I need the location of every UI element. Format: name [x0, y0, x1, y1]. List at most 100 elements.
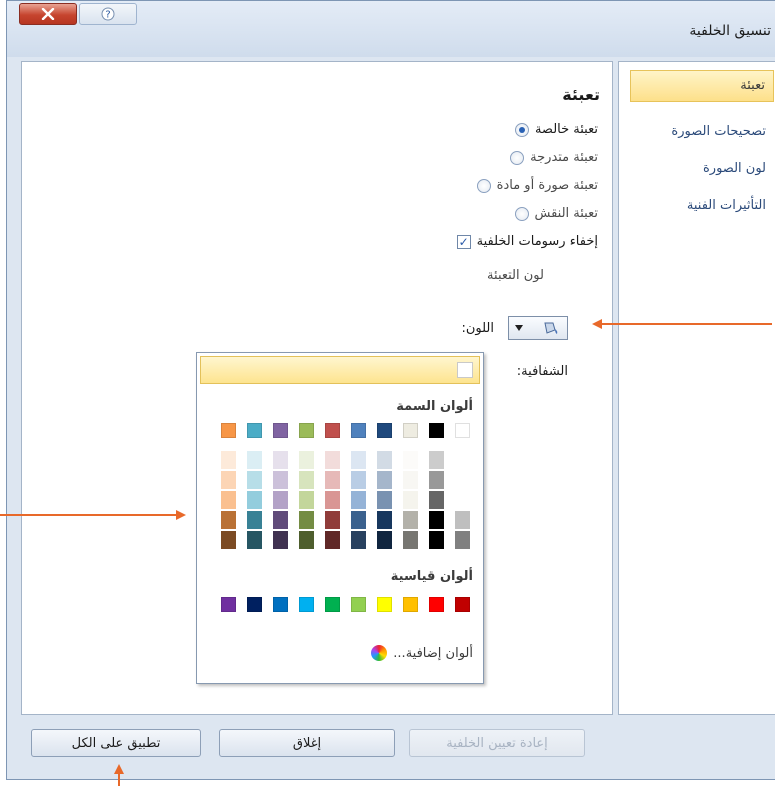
theme-color-shade-swatch[interactable]: [221, 471, 236, 489]
standard-color-swatch[interactable]: [299, 597, 314, 612]
gradient-fill-radio[interactable]: [510, 150, 525, 165]
standard-color-swatch[interactable]: [455, 597, 470, 612]
theme-color-shade-swatch[interactable]: [403, 511, 418, 529]
theme-color-shade-swatch[interactable]: [429, 511, 444, 529]
dialog-title: تنسيق الخلفية: [689, 23, 771, 39]
annotation-arrow-color-head: [592, 319, 602, 329]
sidebar-item-fill[interactable]: تعبئة: [630, 70, 774, 102]
hide-background-graphics-option[interactable]: ✓ إخفاء رسومات الخلفية: [456, 234, 598, 249]
theme-color-swatch[interactable]: [377, 423, 392, 438]
fill-color-label: لون التعبئة: [487, 268, 544, 283]
theme-color-swatch[interactable]: [247, 423, 262, 438]
theme-color-shade-swatch[interactable]: [299, 491, 314, 509]
theme-color-shade-swatch[interactable]: [273, 451, 288, 469]
more-colors-option[interactable]: ألوان إضافية...: [371, 645, 473, 661]
sidebar-item-artistic-effects[interactable]: التأثيرات الفنية: [687, 198, 766, 213]
theme-color-shade-swatch[interactable]: [377, 471, 392, 489]
theme-color-shade-swatch[interactable]: [403, 491, 418, 509]
fill-color-subheading: لون التعبئة: [487, 268, 544, 283]
picture-fill-radio[interactable]: [476, 178, 491, 193]
standard-color-swatch[interactable]: [403, 597, 418, 612]
theme-color-shade-swatch[interactable]: [273, 511, 288, 529]
theme-color-shade-swatch[interactable]: [351, 471, 366, 489]
theme-color-shade-swatch[interactable]: [377, 451, 392, 469]
standard-color-swatch[interactable]: [273, 597, 288, 612]
annotation-arrow-color-line: [600, 323, 772, 325]
theme-color-swatch[interactable]: [429, 423, 444, 438]
theme-color-shade-swatch[interactable]: [429, 531, 444, 549]
pattern-fill-option[interactable]: تعبئة النقش: [514, 206, 598, 221]
theme-color-shade-swatch[interactable]: [351, 531, 366, 549]
sidebar-item-picture-color[interactable]: لون الصورة: [703, 161, 766, 176]
theme-color-swatch[interactable]: [351, 423, 366, 438]
theme-color-shade-swatch[interactable]: [351, 511, 366, 529]
theme-color-shade-swatch[interactable]: [273, 531, 288, 549]
theme-color-swatch[interactable]: [325, 423, 340, 438]
theme-color-shade-swatch[interactable]: [403, 531, 418, 549]
reset-background-button[interactable]: إعادة تعيين الخلفية: [409, 729, 585, 757]
theme-color-shade-swatch[interactable]: [273, 491, 288, 509]
theme-color-shade-swatch[interactable]: [377, 511, 392, 529]
apply-to-all-button[interactable]: تطبيق على الكل: [31, 729, 201, 757]
theme-color-shade-swatch[interactable]: [247, 491, 262, 509]
theme-color-swatch[interactable]: [221, 423, 236, 438]
theme-color-shade-swatch[interactable]: [325, 491, 340, 509]
theme-color-shade-swatch[interactable]: [221, 491, 236, 509]
gradient-fill-option[interactable]: تعبئة متدرجة: [510, 150, 598, 165]
theme-color-shade-swatch[interactable]: [403, 471, 418, 489]
theme-color-swatch[interactable]: [455, 423, 470, 438]
standard-color-swatch[interactable]: [247, 597, 262, 612]
theme-color-shade-swatch[interactable]: [455, 491, 470, 509]
theme-color-swatch[interactable]: [273, 423, 288, 438]
theme-color-swatch[interactable]: [299, 423, 314, 438]
theme-color-shade-swatch[interactable]: [247, 511, 262, 529]
standard-color-swatch[interactable]: [377, 597, 392, 612]
solid-fill-radio[interactable]: [514, 122, 529, 137]
theme-color-shade-swatch[interactable]: [403, 451, 418, 469]
theme-color-shade-swatch[interactable]: [221, 511, 236, 529]
theme-color-shade-swatch[interactable]: [325, 511, 340, 529]
theme-color-shade-swatch[interactable]: [247, 471, 262, 489]
automatic-color-row[interactable]: [200, 356, 480, 384]
theme-color-shade-swatch[interactable]: [273, 471, 288, 489]
theme-color-shade-swatch[interactable]: [325, 451, 340, 469]
standard-color-swatch[interactable]: [351, 597, 366, 612]
close-button[interactable]: [19, 3, 77, 25]
theme-color-shade-swatch[interactable]: [247, 451, 262, 469]
theme-color-shade-swatch[interactable]: [247, 531, 262, 549]
theme-color-shade-swatch[interactable]: [429, 471, 444, 489]
theme-color-shade-swatch[interactable]: [299, 511, 314, 529]
standard-color-swatch[interactable]: [221, 597, 236, 612]
theme-color-shade-swatch[interactable]: [429, 491, 444, 509]
theme-color-swatch[interactable]: [403, 423, 418, 438]
pattern-fill-radio[interactable]: [514, 206, 529, 221]
help-button[interactable]: ?: [79, 3, 137, 25]
sidebar-item-picture-corrections[interactable]: تصحيحات الصورة: [671, 124, 766, 139]
theme-color-shade-swatch[interactable]: [325, 471, 340, 489]
theme-color-shade-swatch[interactable]: [455, 471, 470, 489]
theme-color-shade-swatch[interactable]: [377, 491, 392, 509]
theme-color-shade-swatch[interactable]: [455, 451, 470, 469]
theme-color-shade-swatch[interactable]: [455, 531, 470, 549]
hide-background-graphics-checkbox[interactable]: ✓: [456, 234, 471, 249]
theme-color-shade-swatch[interactable]: [325, 531, 340, 549]
theme-color-shade-swatch[interactable]: [299, 531, 314, 549]
standard-color-swatch[interactable]: [325, 597, 340, 612]
title-bar: ? تنسيق الخلفية: [7, 1, 775, 57]
theme-color-shade-swatch[interactable]: [351, 451, 366, 469]
hide-background-graphics-label: إخفاء رسومات الخلفية: [476, 234, 598, 249]
standard-color-swatch[interactable]: [429, 597, 444, 612]
theme-color-shade-swatch[interactable]: [299, 471, 314, 489]
theme-color-shade-swatch[interactable]: [221, 531, 236, 549]
theme-color-shade-swatch[interactable]: [429, 451, 444, 469]
close-dialog-button[interactable]: إغلاق: [219, 729, 395, 757]
theme-color-shade-swatch[interactable]: [455, 511, 470, 529]
solid-fill-option[interactable]: تعبئة خالصة: [514, 122, 598, 137]
theme-color-shade-swatch[interactable]: [221, 451, 236, 469]
color-dropdown-button[interactable]: [508, 316, 568, 340]
theme-color-shade-swatch[interactable]: [377, 531, 392, 549]
theme-color-shade-swatch[interactable]: [299, 451, 314, 469]
theme-color-shade-swatch[interactable]: [351, 491, 366, 509]
color-picker-row: اللون:: [461, 316, 568, 340]
picture-fill-option[interactable]: تعبئة صورة أو مادة: [476, 178, 598, 193]
